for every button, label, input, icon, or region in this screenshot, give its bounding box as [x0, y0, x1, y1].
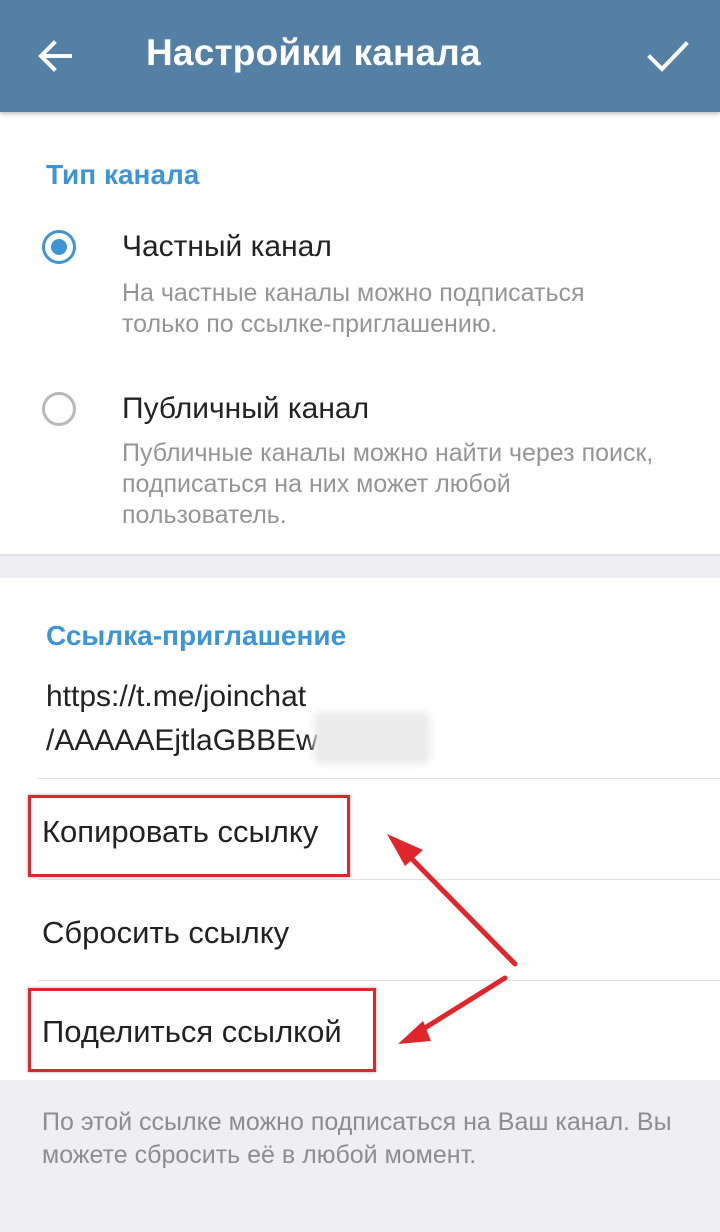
channel-type-header: Тип канала [46, 159, 200, 190]
page-title: Настройки канала [146, 32, 481, 73]
divider [38, 980, 720, 981]
private-channel-title[interactable]: Частный канал [122, 230, 332, 264]
annotation-box-share [28, 988, 376, 1072]
annotation-box-copy [28, 795, 350, 877]
divider [38, 879, 720, 880]
private-channel-radio[interactable] [42, 230, 76, 264]
private-channel-description: На частные каналы можно подписаться толь… [122, 279, 585, 338]
public-channel-title[interactable]: Публичный канал [122, 392, 369, 426]
blurred-region [317, 716, 426, 760]
reset-link-button[interactable]: Сбросить ссылку [42, 915, 289, 951]
arrow-left-icon[interactable] [26, 26, 86, 86]
divider [38, 778, 720, 779]
check-icon[interactable] [638, 26, 698, 86]
invite-link-footnote: По этой ссылке можно подписаться на Ваш … [42, 1108, 672, 1169]
app-bar: Настройки канала [0, 0, 720, 112]
section-divider [0, 554, 720, 556]
invite-link-line-1: https://t.me/joinchat [46, 680, 307, 713]
public-channel-radio[interactable] [42, 392, 76, 426]
invite-link-header: Ссылка-приглашение [46, 620, 347, 651]
invite-link: https://t.me/joinchat /AAAAAEjtlaGBBEw [46, 678, 426, 760]
public-channel-description: Публичные каналы можно найти через поиск… [122, 439, 654, 529]
invite-link-line-2: /AAAAAEjtlaGBBEw [46, 724, 318, 757]
channel-type-section: Тип канала Частный канал На частные кана… [0, 112, 720, 554]
